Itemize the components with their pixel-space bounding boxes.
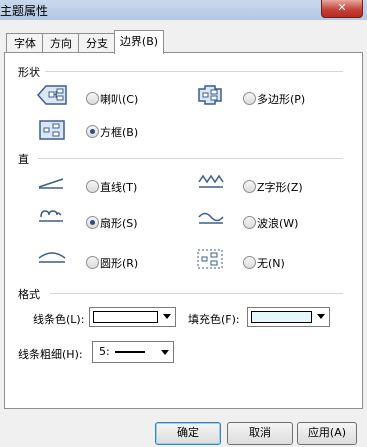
radio-circle[interactable] — [243, 256, 256, 269]
radio-circle[interactable] — [86, 125, 99, 138]
shape-group-title: 形状 — [18, 66, 40, 79]
none-border-icon — [197, 249, 223, 269]
format-group-title: 格式 — [18, 288, 40, 301]
tab-direction[interactable]: 方向 — [42, 33, 80, 53]
shape-group-divider — [45, 71, 343, 72]
radio-label: 波浪(W) — [257, 217, 299, 230]
line-width-sample — [115, 351, 145, 353]
line-width-label: 线条粗细(H): — [18, 348, 83, 361]
straight-group-divider — [38, 158, 343, 159]
line-color-picker[interactable] — [89, 307, 176, 327]
apply-button[interactable]: 应用(A) — [297, 422, 357, 445]
radio-label: 多边形(P) — [257, 93, 306, 106]
straight-line-icon — [38, 178, 64, 189]
scallop-icon — [39, 210, 63, 222]
radio-circle[interactable] — [243, 216, 256, 229]
line-width-value: 5: — [99, 345, 110, 358]
tab-font[interactable]: 字体 — [6, 33, 44, 53]
radio-circle[interactable] — [86, 180, 99, 193]
horn-shape-icon — [36, 85, 67, 105]
radio-label: 直线(T) — [100, 181, 138, 194]
chevron-down-icon — [317, 314, 325, 319]
wave-icon — [198, 212, 224, 224]
tab-branch[interactable]: 分支 — [78, 33, 116, 53]
close-icon: ✕ — [337, 1, 347, 14]
radio-circle[interactable] — [243, 92, 256, 105]
chevron-down-icon — [163, 314, 171, 319]
window-title: 主题属性 — [0, 4, 49, 18]
line-color-label: 线条色(L): — [33, 313, 85, 326]
radio-label: 喇叭(C) — [100, 93, 139, 106]
title-bar: 主题属性 ✕ — [0, 0, 367, 20]
arc-icon — [38, 252, 66, 263]
radio-circle[interactable] — [243, 180, 256, 193]
line-width-select[interactable]: 5: — [92, 341, 174, 363]
ok-button[interactable]: 确定 — [155, 422, 221, 445]
zigzag-icon — [198, 174, 224, 188]
radio-circle[interactable] — [86, 256, 99, 269]
radio-label: 扇形(S) — [100, 217, 138, 230]
radio-label: 圆形(R) — [100, 257, 139, 270]
fill-color-label: 填充色(F): — [188, 313, 240, 326]
radio-circle[interactable] — [86, 216, 99, 229]
radio-label: 无(N) — [257, 257, 285, 270]
straight-group-title: 直 — [18, 153, 29, 166]
radio-label: 方框(B) — [100, 126, 139, 139]
polygon-shape-icon — [198, 85, 222, 105]
tab-border[interactable]: 边界(B) — [114, 30, 164, 54]
chevron-down-icon — [161, 350, 169, 355]
close-button[interactable]: ✕ — [321, 0, 363, 18]
fill-color-swatch — [251, 311, 312, 323]
radio-circle[interactable] — [86, 92, 99, 105]
cancel-button[interactable]: 取消 — [227, 422, 293, 445]
format-group-divider — [50, 293, 343, 294]
box-shape-icon — [39, 120, 65, 140]
line-color-swatch — [93, 311, 158, 323]
radio-label: Z字形(Z) — [257, 181, 303, 194]
fill-color-picker[interactable] — [247, 307, 330, 327]
